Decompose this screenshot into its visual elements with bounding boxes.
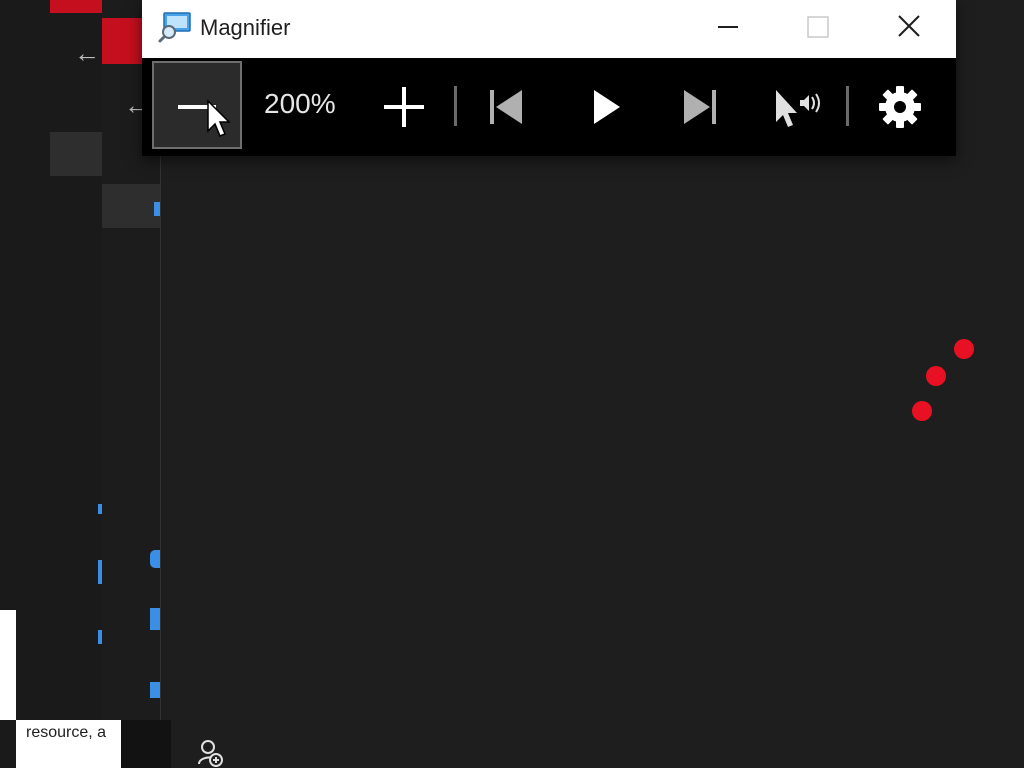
zoom-in-button[interactable] bbox=[372, 62, 436, 152]
minimize-icon bbox=[718, 26, 738, 28]
magnifier-window: Magnifier 200% bbox=[142, 0, 956, 156]
zoom-out-button[interactable] bbox=[152, 61, 242, 149]
window-title: Magnifier bbox=[200, 15, 291, 40]
loading-dot bbox=[926, 366, 946, 386]
maximize-button[interactable] bbox=[795, 0, 841, 54]
nav-item-icon bbox=[98, 504, 102, 514]
gear-icon bbox=[879, 86, 921, 128]
maximize-icon bbox=[807, 16, 829, 38]
loading-dot bbox=[954, 339, 974, 359]
nav-item-icon bbox=[98, 630, 102, 644]
background-selected-item-secondary[interactable] bbox=[102, 184, 160, 228]
background-nav-pane bbox=[50, 0, 102, 720]
plus-icon bbox=[384, 87, 424, 127]
nav-item-icon bbox=[154, 202, 160, 216]
zoom-level: 200% bbox=[264, 88, 336, 119]
magnifier-toolbar: 200% bbox=[142, 58, 956, 156]
cloud-icon bbox=[150, 550, 160, 568]
back-arrow-icon[interactable]: ← bbox=[74, 40, 100, 66]
add-user-icon[interactable] bbox=[196, 738, 226, 768]
play-button[interactable] bbox=[572, 62, 636, 152]
read-from-pointer-icon bbox=[776, 90, 820, 127]
settings-button[interactable] bbox=[866, 62, 934, 152]
tooltip: resource, a bbox=[16, 720, 121, 768]
next-button[interactable] bbox=[668, 62, 732, 152]
close-icon bbox=[898, 15, 920, 37]
magnifier-app-icon bbox=[158, 12, 191, 43]
background-accent-bar bbox=[50, 0, 102, 13]
toolbar-separator bbox=[846, 86, 849, 126]
background-window-edge bbox=[0, 610, 16, 720]
computer-icon bbox=[150, 608, 160, 630]
read-from-pointer-button[interactable] bbox=[764, 62, 828, 152]
close-button[interactable] bbox=[885, 0, 931, 54]
toolbar-separator bbox=[454, 86, 457, 126]
title-bar[interactable]: Magnifier bbox=[142, 0, 956, 58]
minimize-button[interactable] bbox=[705, 0, 751, 54]
background-accent-block bbox=[102, 18, 142, 64]
play-icon bbox=[594, 90, 620, 124]
mouse-pointer-icon bbox=[207, 99, 231, 137]
skip-next-icon bbox=[684, 90, 716, 124]
computer-icon bbox=[150, 682, 160, 698]
background-taskbar-fragment bbox=[121, 720, 171, 768]
previous-button[interactable] bbox=[474, 62, 538, 152]
nav-item-icon bbox=[98, 560, 102, 584]
loading-dot bbox=[912, 401, 932, 421]
skip-previous-icon bbox=[490, 90, 522, 124]
background-selected-item[interactable] bbox=[50, 132, 102, 176]
